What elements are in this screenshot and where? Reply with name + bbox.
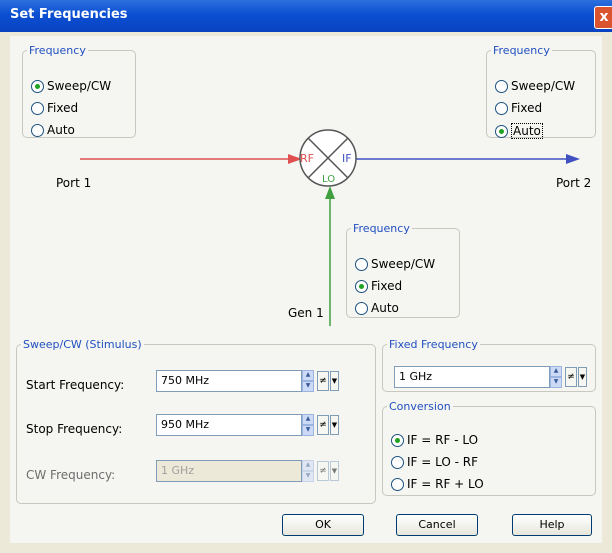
spin-down-icon[interactable]: ▼ <box>550 377 562 388</box>
close-icon: x <box>599 9 609 25</box>
cw-frequency-label: CW Frequency: <box>26 468 116 482</box>
port1-auto-radio[interactable]: Auto <box>31 123 75 137</box>
conversion-legend: Conversion <box>389 400 451 413</box>
spin-up-icon[interactable]: ▲ <box>550 366 562 377</box>
radio-selected-icon <box>31 79 44 93</box>
conversion-group: Conversion IF = RF - LO IF = LO - RF IF … <box>382 400 596 496</box>
start-frequency-dropdown[interactable]: ▼ <box>330 371 339 391</box>
sweep-cw-legend: Sweep/CW (Stimulus) <box>23 338 142 351</box>
radio-selected-icon <box>495 124 508 138</box>
stop-frequency-format-button[interactable]: ≠ <box>317 415 329 435</box>
lo-frequency-legend: Frequency <box>353 222 410 235</box>
gen1-label: Gen 1 <box>288 306 324 320</box>
cancel-button[interactable]: Cancel <box>396 514 478 536</box>
cw-frequency-dropdown[interactable]: ▼ <box>330 461 339 481</box>
window-title: Set Frequencies <box>10 7 128 22</box>
fixed-frequency-spinner[interactable]: ▲ ▼ <box>550 366 562 388</box>
radio-label: Fixed <box>47 101 79 115</box>
cw-frequency-input[interactable]: 1 GHz <box>156 460 302 482</box>
radio-icon <box>31 123 44 137</box>
if-arrowhead <box>566 154 580 164</box>
radio-icon <box>355 257 368 271</box>
cw-frequency-spinner[interactable]: ▲ ▼ <box>302 460 314 482</box>
radio-icon <box>31 101 44 115</box>
port2-fixed-radio[interactable]: Fixed <box>495 101 542 115</box>
conversion-rf-plus-lo-radio[interactable]: IF = RF + LO <box>391 477 484 491</box>
set-frequencies-dialog: Set Frequencies x RF IF LO Port 1 Port 2… <box>0 0 612 553</box>
radio-selected-icon <box>355 279 368 293</box>
stop-frequency-dropdown[interactable]: ▼ <box>330 415 339 435</box>
start-frequency-input[interactable]: 750 MHz <box>156 370 302 392</box>
lo-auto-radio[interactable]: Auto <box>355 301 399 315</box>
stop-frequency-label: Stop Frequency: <box>26 422 123 436</box>
port1-sweep-radio[interactable]: Sweep/CW <box>31 79 111 93</box>
ok-button[interactable]: OK <box>282 514 364 536</box>
help-button[interactable]: Help <box>512 514 592 536</box>
chevron-down-icon: ▼ <box>331 467 338 475</box>
spin-down-icon[interactable]: ▼ <box>302 425 314 436</box>
spin-up-icon[interactable]: ▲ <box>302 370 314 381</box>
start-frequency-format-button[interactable]: ≠ <box>317 371 329 391</box>
title-bar[interactable]: Set Frequencies x <box>0 0 612 32</box>
mixer-rf-label: RF <box>300 152 314 165</box>
port1-frequency-group: Frequency Sweep/CW Fixed Auto <box>22 44 136 138</box>
radio-label: Auto <box>47 123 75 137</box>
conversion-rf-minus-lo-radio[interactable]: IF = RF - LO <box>391 433 478 447</box>
start-frequency-spinner[interactable]: ▲ ▼ <box>302 370 314 392</box>
port2-auto-radio[interactable]: Auto <box>495 123 543 139</box>
port2-sweep-radio[interactable]: Sweep/CW <box>495 79 575 93</box>
stop-frequency-input[interactable]: 950 MHz <box>156 414 302 436</box>
spin-up-icon[interactable]: ▲ <box>302 414 314 425</box>
port1-label: Port 1 <box>56 176 92 190</box>
chevron-down-icon: ▼ <box>331 377 338 385</box>
dialog-body: RF IF LO Port 1 Port 2 Gen 1 Frequency S… <box>10 36 602 543</box>
lo-frequency-group: Frequency Sweep/CW Fixed Auto <box>346 222 460 318</box>
lo-sweep-radio[interactable]: Sweep/CW <box>355 257 435 271</box>
lo-fixed-radio[interactable]: Fixed <box>355 279 402 293</box>
radio-label: Fixed <box>511 101 543 115</box>
radio-label: Fixed <box>371 279 403 293</box>
radio-label: Sweep/CW <box>511 79 576 93</box>
fixed-frequency-format-button[interactable]: ≠ <box>565 367 577 387</box>
stop-frequency-spinner[interactable]: ▲ ▼ <box>302 414 314 436</box>
radio-icon <box>495 79 508 93</box>
chevron-down-icon: ▼ <box>579 373 586 381</box>
radio-selected-icon <box>391 433 404 447</box>
radio-label: IF = LO - RF <box>407 455 479 469</box>
conversion-lo-minus-rf-radio[interactable]: IF = LO - RF <box>391 455 478 469</box>
fixed-frequency-dropdown[interactable]: ▼ <box>578 367 587 387</box>
radio-label: Sweep/CW <box>47 79 112 93</box>
port1-frequency-legend: Frequency <box>29 44 86 57</box>
spin-down-icon[interactable]: ▼ <box>302 471 314 482</box>
port2-label: Port 2 <box>556 176 592 190</box>
port1-fixed-radio[interactable]: Fixed <box>31 101 78 115</box>
spin-up-icon[interactable]: ▲ <box>302 460 314 471</box>
fixed-frequency-legend: Fixed Frequency <box>389 338 478 351</box>
port2-frequency-legend: Frequency <box>493 44 550 57</box>
cw-frequency-format-button[interactable]: ≠ <box>317 461 329 481</box>
mixer-lo-label: LO <box>322 174 336 185</box>
radio-icon <box>391 477 404 491</box>
radio-icon <box>495 101 508 115</box>
radio-label: Sweep/CW <box>371 257 436 271</box>
radio-icon <box>391 455 404 469</box>
chevron-down-icon: ▼ <box>331 421 338 429</box>
radio-label: IF = RF - LO <box>407 433 479 447</box>
radio-label: Auto <box>511 123 543 139</box>
mixer-if-label: IF <box>342 152 352 165</box>
start-frequency-label: Start Frequency: <box>26 378 125 392</box>
spin-down-icon[interactable]: ▼ <box>302 381 314 392</box>
lo-arrowhead <box>325 186 335 199</box>
port2-frequency-group: Frequency Sweep/CW Fixed Auto <box>486 44 596 139</box>
radio-label: Auto <box>371 301 399 315</box>
close-button[interactable]: x <box>594 6 612 29</box>
radio-label: IF = RF + LO <box>407 477 484 491</box>
radio-icon <box>355 301 368 315</box>
fixed-frequency-input[interactable]: 1 GHz <box>394 366 550 388</box>
